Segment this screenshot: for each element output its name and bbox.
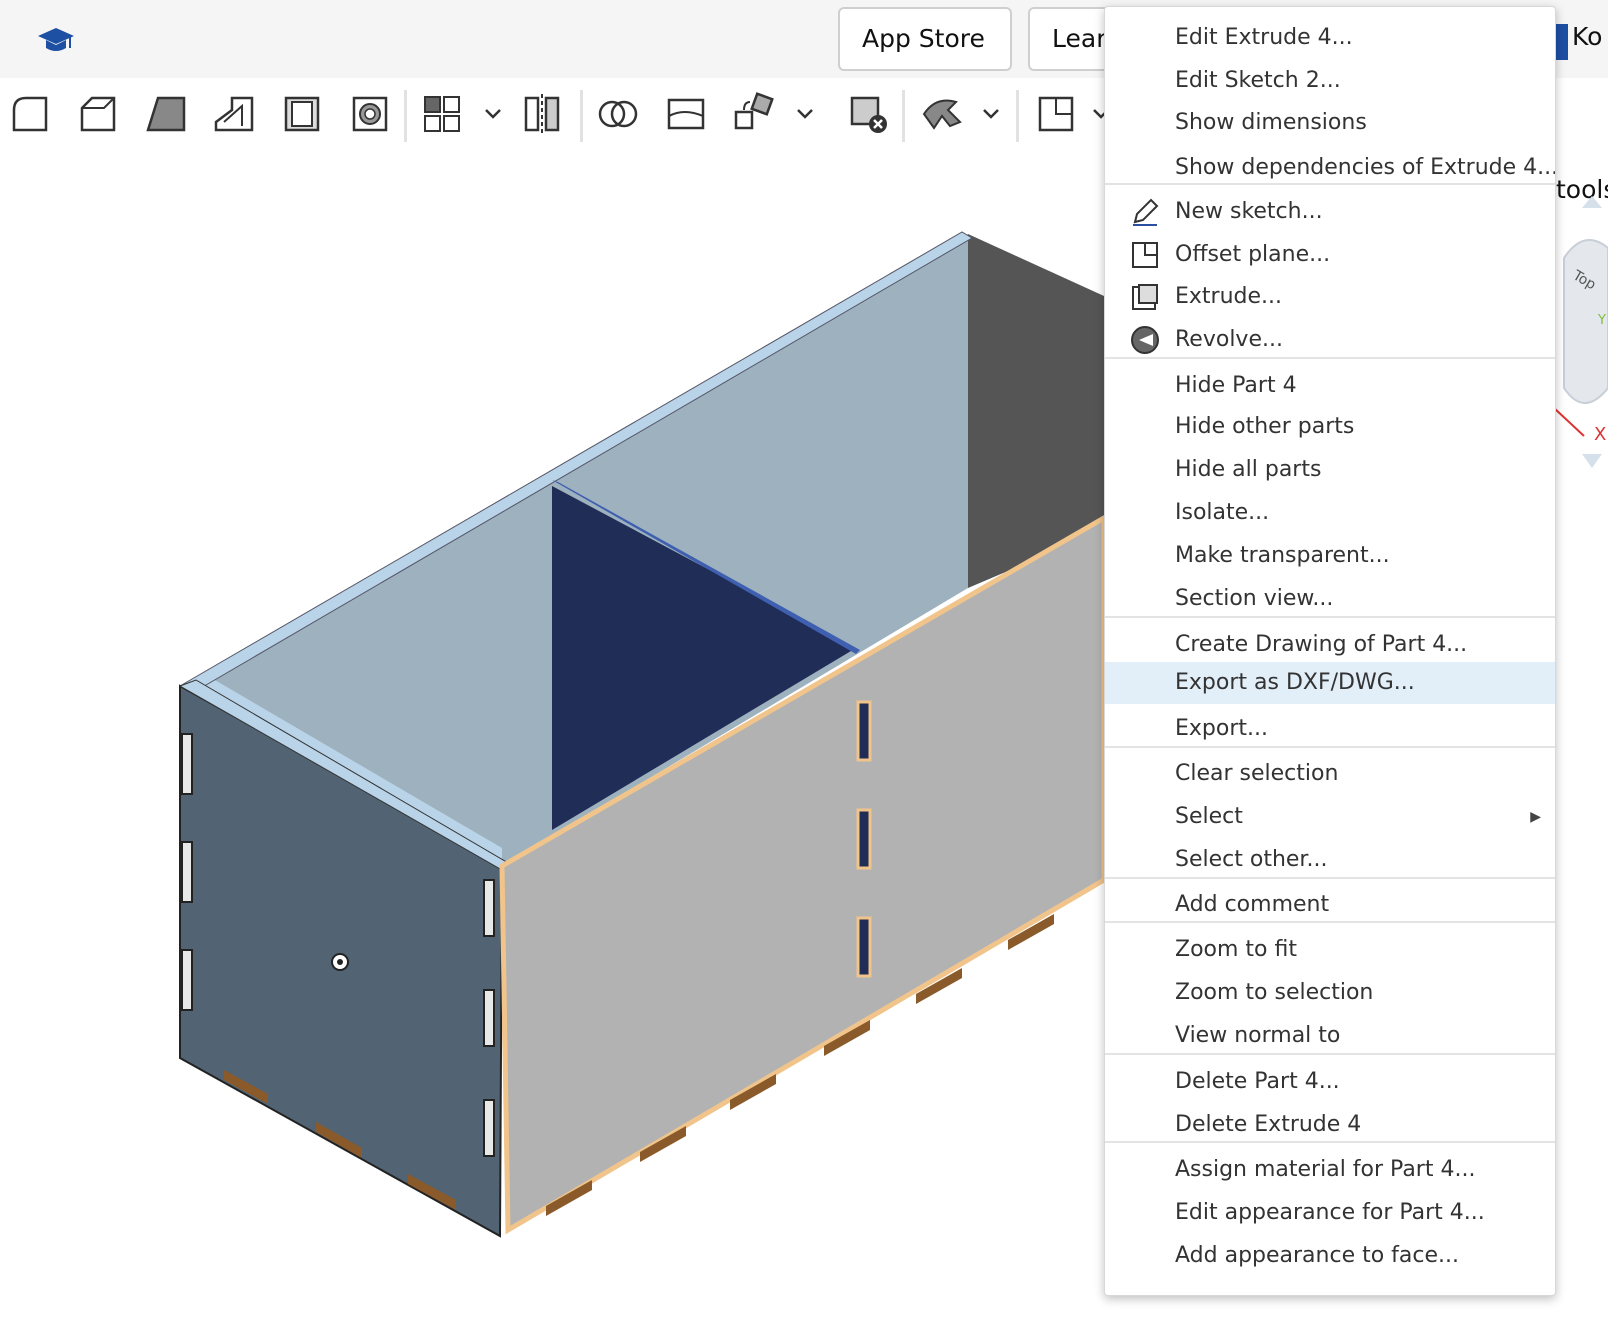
tab-slot: [483, 879, 495, 937]
rib-icon[interactable]: [212, 92, 256, 136]
menu-item-zoom-to-selection[interactable]: Zoom to selection: [1105, 973, 1555, 1013]
tab-slot: [483, 1099, 495, 1157]
menu-item-zoom-to-fit[interactable]: Zoom to fit: [1105, 930, 1555, 970]
menu-divider: [1105, 1053, 1555, 1055]
tab-slot: [181, 733, 193, 795]
menu-item-assign-material[interactable]: Assign material for Part 4...: [1105, 1150, 1555, 1190]
menu-item-make-transparent[interactable]: Make transparent...: [1105, 536, 1555, 576]
divider-slot: [856, 808, 872, 870]
menu-item-export-dxf[interactable]: Export as DXF/DWG...: [1105, 662, 1555, 704]
mirror-icon[interactable]: [520, 92, 564, 136]
split-icon[interactable]: [664, 92, 708, 136]
plane-tool-icon[interactable]: [920, 92, 964, 136]
menu-item-select-other[interactable]: Select other...: [1105, 840, 1555, 880]
revolve-icon: [1129, 324, 1161, 356]
chevron-down-icon[interactable]: [794, 104, 816, 124]
menu-item-hide-all-parts[interactable]: Hide all parts: [1105, 450, 1555, 490]
toolbar-divider: [404, 90, 407, 142]
menu-item-new-sketch[interactable]: New sketch...: [1105, 192, 1555, 232]
menu-divider: [1105, 746, 1555, 748]
linear-pattern-icon[interactable]: [420, 92, 464, 136]
menu-item-label: Offset plane...: [1175, 242, 1331, 267]
menu-item-label: Extrude...: [1175, 284, 1283, 309]
menu-item-hide-part[interactable]: Hide Part 4: [1105, 366, 1555, 406]
cube-x-axis: X: [1594, 424, 1606, 445]
menu-item-edit-appearance[interactable]: Edit appearance for Part 4...: [1105, 1193, 1555, 1233]
menu-divider: [1105, 357, 1555, 359]
tab-slot: [181, 841, 193, 903]
chamfer-icon[interactable]: [76, 92, 120, 136]
transform-icon[interactable]: [732, 92, 776, 136]
cube-up-arrow[interactable]: [1582, 196, 1602, 208]
pencil-icon: [1129, 196, 1161, 228]
menu-divider: [1105, 1141, 1555, 1143]
menu-item-section-view[interactable]: Section view...: [1105, 579, 1555, 619]
hole-icon[interactable]: [348, 92, 392, 136]
tab-slot: [483, 989, 495, 1047]
view-cube[interactable]: Top Y X: [1553, 178, 1608, 498]
menu-item-revolve[interactable]: Revolve...: [1105, 320, 1555, 360]
menu-item-offset-plane[interactable]: Offset plane...: [1105, 235, 1555, 275]
menu-divider: [1105, 877, 1555, 879]
menu-item-add-comment[interactable]: Add comment: [1105, 885, 1555, 925]
menu-item-label: Revolve...: [1175, 327, 1283, 352]
menu-divider: [1105, 183, 1555, 185]
origin-marker-dot: [337, 959, 343, 965]
menu-item-clear-selection[interactable]: Clear selection: [1105, 754, 1555, 794]
tab-slot: [181, 949, 193, 1011]
extrude-icon: [1129, 281, 1161, 313]
menu-item-isolate[interactable]: Isolate...: [1105, 493, 1555, 533]
menu-divider: [1105, 921, 1555, 923]
plane-icon[interactable]: [1034, 92, 1078, 136]
divider-slot: [856, 916, 872, 978]
toolbar-divider: [580, 90, 583, 142]
submenu-arrow-icon: ▶: [1530, 809, 1541, 825]
menu-item-label: Select: [1175, 804, 1243, 829]
shell-icon[interactable]: [280, 92, 324, 136]
menu-item-add-appearance[interactable]: Add appearance to face...: [1105, 1236, 1555, 1276]
divider-slot: [856, 700, 872, 762]
menu-item-select[interactable]: Select ▶: [1105, 797, 1555, 837]
boolean-icon[interactable]: [596, 92, 640, 136]
menu-item-delete-part[interactable]: Delete Part 4...: [1105, 1062, 1555, 1102]
draft-icon[interactable]: [144, 92, 188, 136]
menu-item-create-drawing[interactable]: Create Drawing of Part 4...: [1105, 625, 1555, 665]
user-name[interactable]: Ko: [1572, 22, 1608, 51]
menu-item-delete-extrude[interactable]: Delete Extrude 4: [1105, 1105, 1555, 1145]
toolbar-divider: [902, 90, 905, 142]
plane-icon: [1129, 239, 1161, 271]
cube-down-arrow[interactable]: [1582, 454, 1602, 468]
menu-item-edit-extrude[interactable]: Edit Extrude 4...: [1105, 18, 1555, 58]
fillet-icon[interactable]: [8, 92, 52, 136]
graduation-cap-icon[interactable]: [36, 22, 76, 58]
context-menu: Edit Extrude 4... Edit Sketch 2... Show …: [1104, 6, 1556, 1296]
menu-item-show-dimensions[interactable]: Show dimensions: [1105, 103, 1555, 143]
menu-item-label: New sketch...: [1175, 199, 1323, 224]
cube-y-axis: Y: [1597, 313, 1606, 328]
menu-item-hide-other-parts[interactable]: Hide other parts: [1105, 407, 1555, 447]
x-axis-line: [1553, 407, 1585, 437]
menu-item-view-normal-to[interactable]: View normal to: [1105, 1016, 1555, 1056]
menu-item-extrude[interactable]: Extrude...: [1105, 277, 1555, 317]
chevron-down-icon[interactable]: [980, 104, 1002, 124]
menu-item-export[interactable]: Export...: [1105, 709, 1555, 749]
menu-item-edit-sketch[interactable]: Edit Sketch 2...: [1105, 61, 1555, 101]
menu-item-show-dependencies[interactable]: Show dependencies of Extrude 4...: [1105, 148, 1555, 188]
toolbar-divider: [1016, 90, 1019, 142]
app-store-button[interactable]: App Store: [838, 7, 1012, 71]
menu-divider: [1105, 616, 1555, 618]
chevron-down-icon[interactable]: [482, 104, 504, 124]
delete-part-icon[interactable]: [846, 92, 890, 136]
